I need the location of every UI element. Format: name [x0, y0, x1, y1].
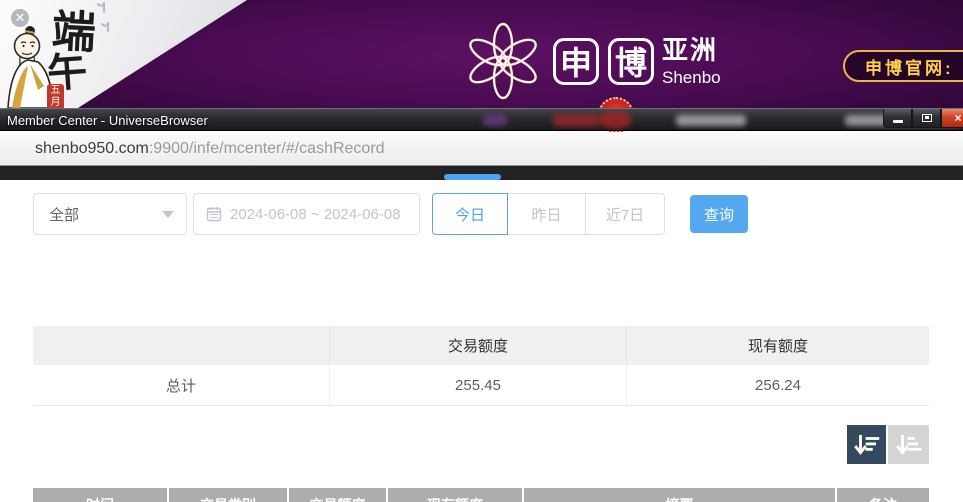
sort-descending-icon [854, 432, 880, 458]
category-select[interactable]: 全部 [33, 193, 187, 235]
records-table-header: 时间 交易类别 交易额度 现有额度 摘要 备注 [33, 488, 929, 502]
address-bar[interactable]: shenbo950.com:9900/infe/mcenter/#/cashRe… [0, 132, 963, 166]
summary-table: 交易额度 现有额度 总计 255.45 256.24 [33, 326, 929, 406]
calendar-icon [206, 206, 222, 222]
close-window-icon: × [954, 111, 961, 125]
blurred-nav-blob [676, 115, 746, 126]
sort-toolbar [847, 425, 929, 464]
window-controls: × [883, 109, 963, 128]
summary-total-label: 总计 [33, 365, 330, 405]
page-content: 全部 2024-06-08 ~ 2024-06-08 今日 [0, 166, 963, 502]
window-title: Member Center - UniverseBrowser [7, 113, 208, 128]
category-select-value: 全部 [49, 204, 162, 225]
minimize-icon [893, 120, 903, 123]
close-window-button[interactable]: × [941, 109, 963, 128]
sort-ascending-icon [896, 432, 922, 458]
close-icon: ✕ [15, 10, 26, 26]
filter-toolbar: 全部 2024-06-08 ~ 2024-06-08 今日 [0, 187, 963, 233]
chevron-down-icon [162, 211, 174, 218]
screen: 申 博 亚洲 Shenbo 申博官网: 端 午 [0, 0, 963, 502]
today-button[interactable]: 今日 [432, 193, 508, 235]
sort-descending-button[interactable] [847, 425, 886, 464]
brand-region: 亚洲 [662, 37, 721, 63]
col-current-amount: 现有额度 [388, 488, 524, 502]
blurred-seal-blob [598, 111, 632, 129]
brand-char-1: 申 [553, 38, 599, 85]
active-tab-indicator [444, 174, 501, 180]
minimize-button[interactable] [883, 109, 912, 128]
search-button[interactable]: 查询 [690, 195, 748, 233]
promo-close-button[interactable]: ✕ [9, 7, 31, 29]
url-path: :9900/infe/mcenter/#/cashRecord [149, 140, 385, 158]
brand-side: 亚洲 Shenbo [662, 37, 721, 86]
summary-trade-amount: 255.45 [330, 365, 627, 405]
date-range-input[interactable]: 2024-06-08 ~ 2024-06-08 [193, 193, 420, 235]
col-trade-type: 交易类别 [169, 488, 289, 502]
brand-char-2: 博 [608, 38, 654, 85]
quick-date-button-group: 今日 昨日 近7日 [432, 193, 665, 235]
page-nav-strip [0, 166, 963, 180]
yesterday-button[interactable]: 昨日 [508, 193, 586, 235]
last7days-button[interactable]: 近7日 [586, 193, 665, 235]
blurred-nav-blob [553, 114, 599, 127]
col-trade-amount: 交易额度 [289, 488, 388, 502]
maximize-icon [922, 114, 932, 122]
sort-ascending-button[interactable] [888, 425, 929, 464]
summary-table-header: 交易额度 现有额度 [33, 326, 929, 365]
summary-total-row: 总计 255.45 256.24 [33, 365, 929, 406]
brand-logo: 申 博 亚洲 Shenbo [462, 18, 721, 104]
seal-line-1: 五 [47, 85, 64, 97]
official-site-pill[interactable]: 申博官网: [843, 50, 963, 82]
blurred-nav-blob [483, 115, 507, 126]
browser-window: Member Center - UniverseBrowser × shenbo… [0, 108, 963, 502]
summary-current-amount: 256.24 [627, 365, 929, 405]
flower-logo-icon [462, 20, 544, 102]
col-remark: 备注 [837, 488, 929, 502]
promo-red-seal: 五 月 [47, 84, 64, 110]
maximize-button[interactable] [912, 109, 941, 128]
col-summary: 摘要 [524, 488, 837, 502]
summary-col-empty [33, 326, 330, 365]
summary-col-trade-amount: 交易额度 [330, 326, 627, 365]
brand-latin: Shenbo [662, 69, 721, 86]
url-domain: shenbo950.com [35, 140, 149, 158]
col-time: 时间 [33, 488, 169, 502]
date-range-value: 2024-06-08 ~ 2024-06-08 [230, 206, 401, 223]
browser-titlebar[interactable]: Member Center - UniverseBrowser × [0, 108, 963, 131]
records-table: 时间 交易类别 交易额度 现有额度 摘要 备注 2024-06-08 05:44… [33, 488, 929, 502]
summary-col-current-amount: 现有额度 [627, 326, 929, 365]
